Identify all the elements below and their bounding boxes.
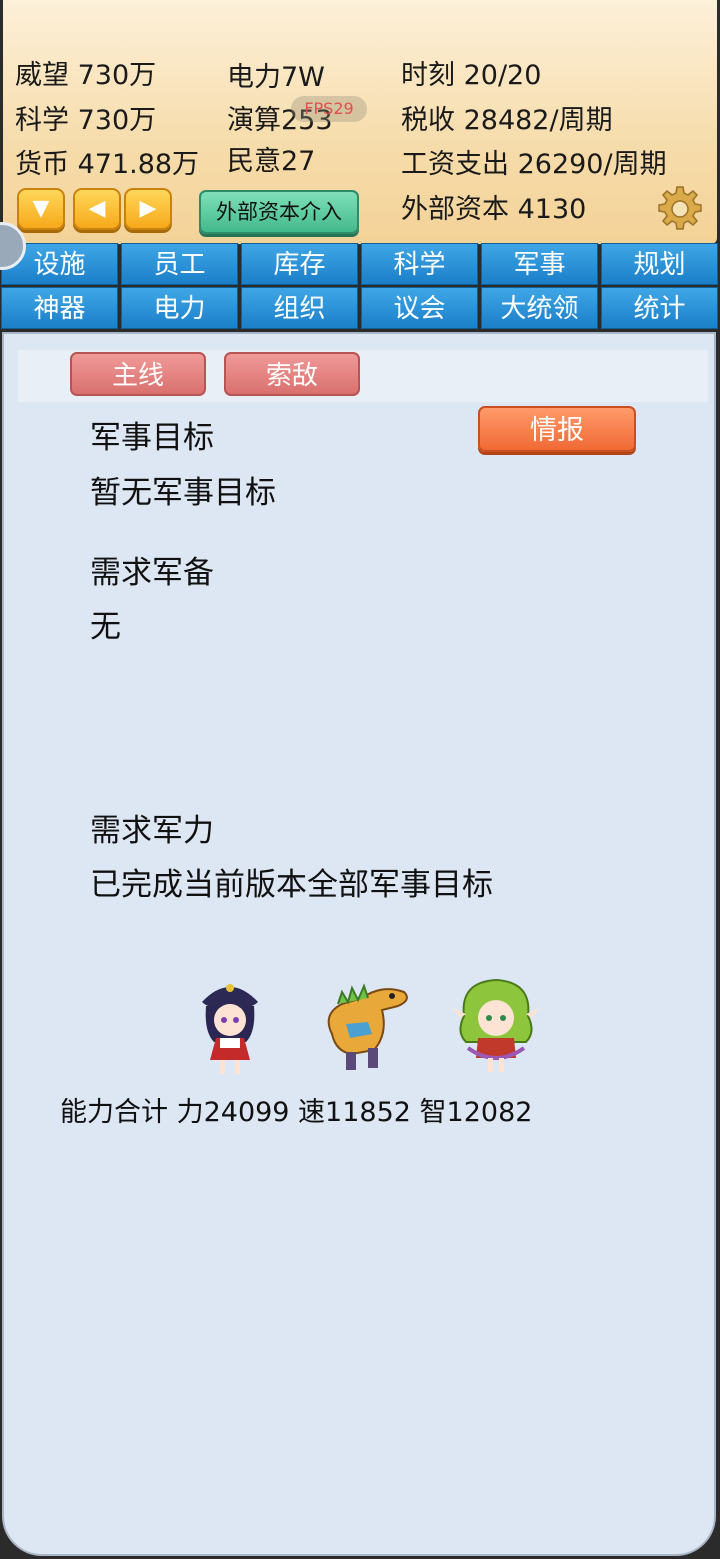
external-capital-stat: 外部资本 4130 (401, 194, 587, 225)
game-screen: 威望 730万 科学 730万 货币 471.88万 电力7W 演算253 民意… (0, 0, 720, 1559)
fps-counter: FPS29 (291, 96, 367, 122)
next-button[interactable]: ▶ (124, 188, 172, 230)
collapse-button[interactable]: ▼ (17, 188, 65, 230)
tab-power[interactable]: 电力 (121, 287, 238, 329)
character-dinosaur-sprite[interactable] (312, 974, 416, 1078)
tax-stat: 税收 28482/周期 (401, 105, 613, 136)
prestige-stat: 威望 730万 (15, 60, 157, 91)
subtab-search-enemy[interactable]: 索敌 (224, 352, 360, 396)
chevron-left-icon: ◀ (88, 196, 106, 221)
wage-stat: 工资支出 26290/周期 (401, 149, 667, 180)
required-equipment-value: 无 (90, 609, 121, 645)
tab-organization[interactable]: 组织 (241, 287, 358, 329)
intel-button[interactable]: 情报 (478, 406, 636, 452)
chevron-down-icon: ▼ (32, 196, 50, 221)
required-force-value: 已完成当前版本全部军事目标 (90, 867, 493, 903)
character-elf-sprite[interactable] (450, 972, 542, 1078)
military-goal-title: 军事目标 (90, 420, 214, 456)
morale-stat: 民意27 (227, 146, 316, 177)
tab-military[interactable]: 军事 (481, 243, 598, 285)
required-equipment-title: 需求军备 (90, 555, 214, 591)
tab-planning[interactable]: 规划 (601, 243, 718, 285)
subtab-main-line[interactable]: 主线 (70, 352, 206, 396)
tab-science[interactable]: 科学 (361, 243, 478, 285)
tab-statistics[interactable]: 统计 (601, 287, 718, 329)
tab-row-1: 设施 员工 库存 科学 军事 规划 (0, 243, 720, 287)
tab-parliament[interactable]: 议会 (361, 287, 478, 329)
tab-commander[interactable]: 大统领 (481, 287, 598, 329)
status-header: 威望 730万 科学 730万 货币 471.88万 电力7W 演算253 民意… (3, 0, 717, 244)
currency-stat: 货币 471.88万 (15, 149, 200, 180)
tab-inventory[interactable]: 库存 (241, 243, 358, 285)
required-force-title: 需求军力 (90, 813, 214, 849)
character-witch-sprite[interactable] (190, 972, 270, 1078)
science-stat: 科学 730万 (15, 105, 157, 136)
ability-total: 能力合计 力24099 速11852 智12082 (60, 1097, 533, 1128)
subtab-bar: 主线 索敌 (18, 350, 708, 402)
power-stat: 电力7W (227, 62, 325, 93)
military-panel: 主线 索敌 军事目标 情报 暂无军事目标 需求军备 无 需求军力 已完成当前版本… (2, 332, 716, 1556)
external-capital-button[interactable]: 外部资本介入 (199, 190, 359, 234)
military-goal-value: 暂无军事目标 (90, 475, 276, 511)
previous-button[interactable]: ◀ (73, 188, 121, 230)
tab-staff[interactable]: 员工 (121, 243, 238, 285)
chevron-right-icon: ▶ (139, 196, 157, 221)
tab-artifacts[interactable]: 神器 (1, 287, 118, 329)
gear-icon[interactable] (655, 184, 705, 234)
time-stat: 时刻 20/20 (401, 60, 542, 91)
tab-row-2: 神器 电力 组织 议会 大统领 统计 (0, 287, 720, 331)
